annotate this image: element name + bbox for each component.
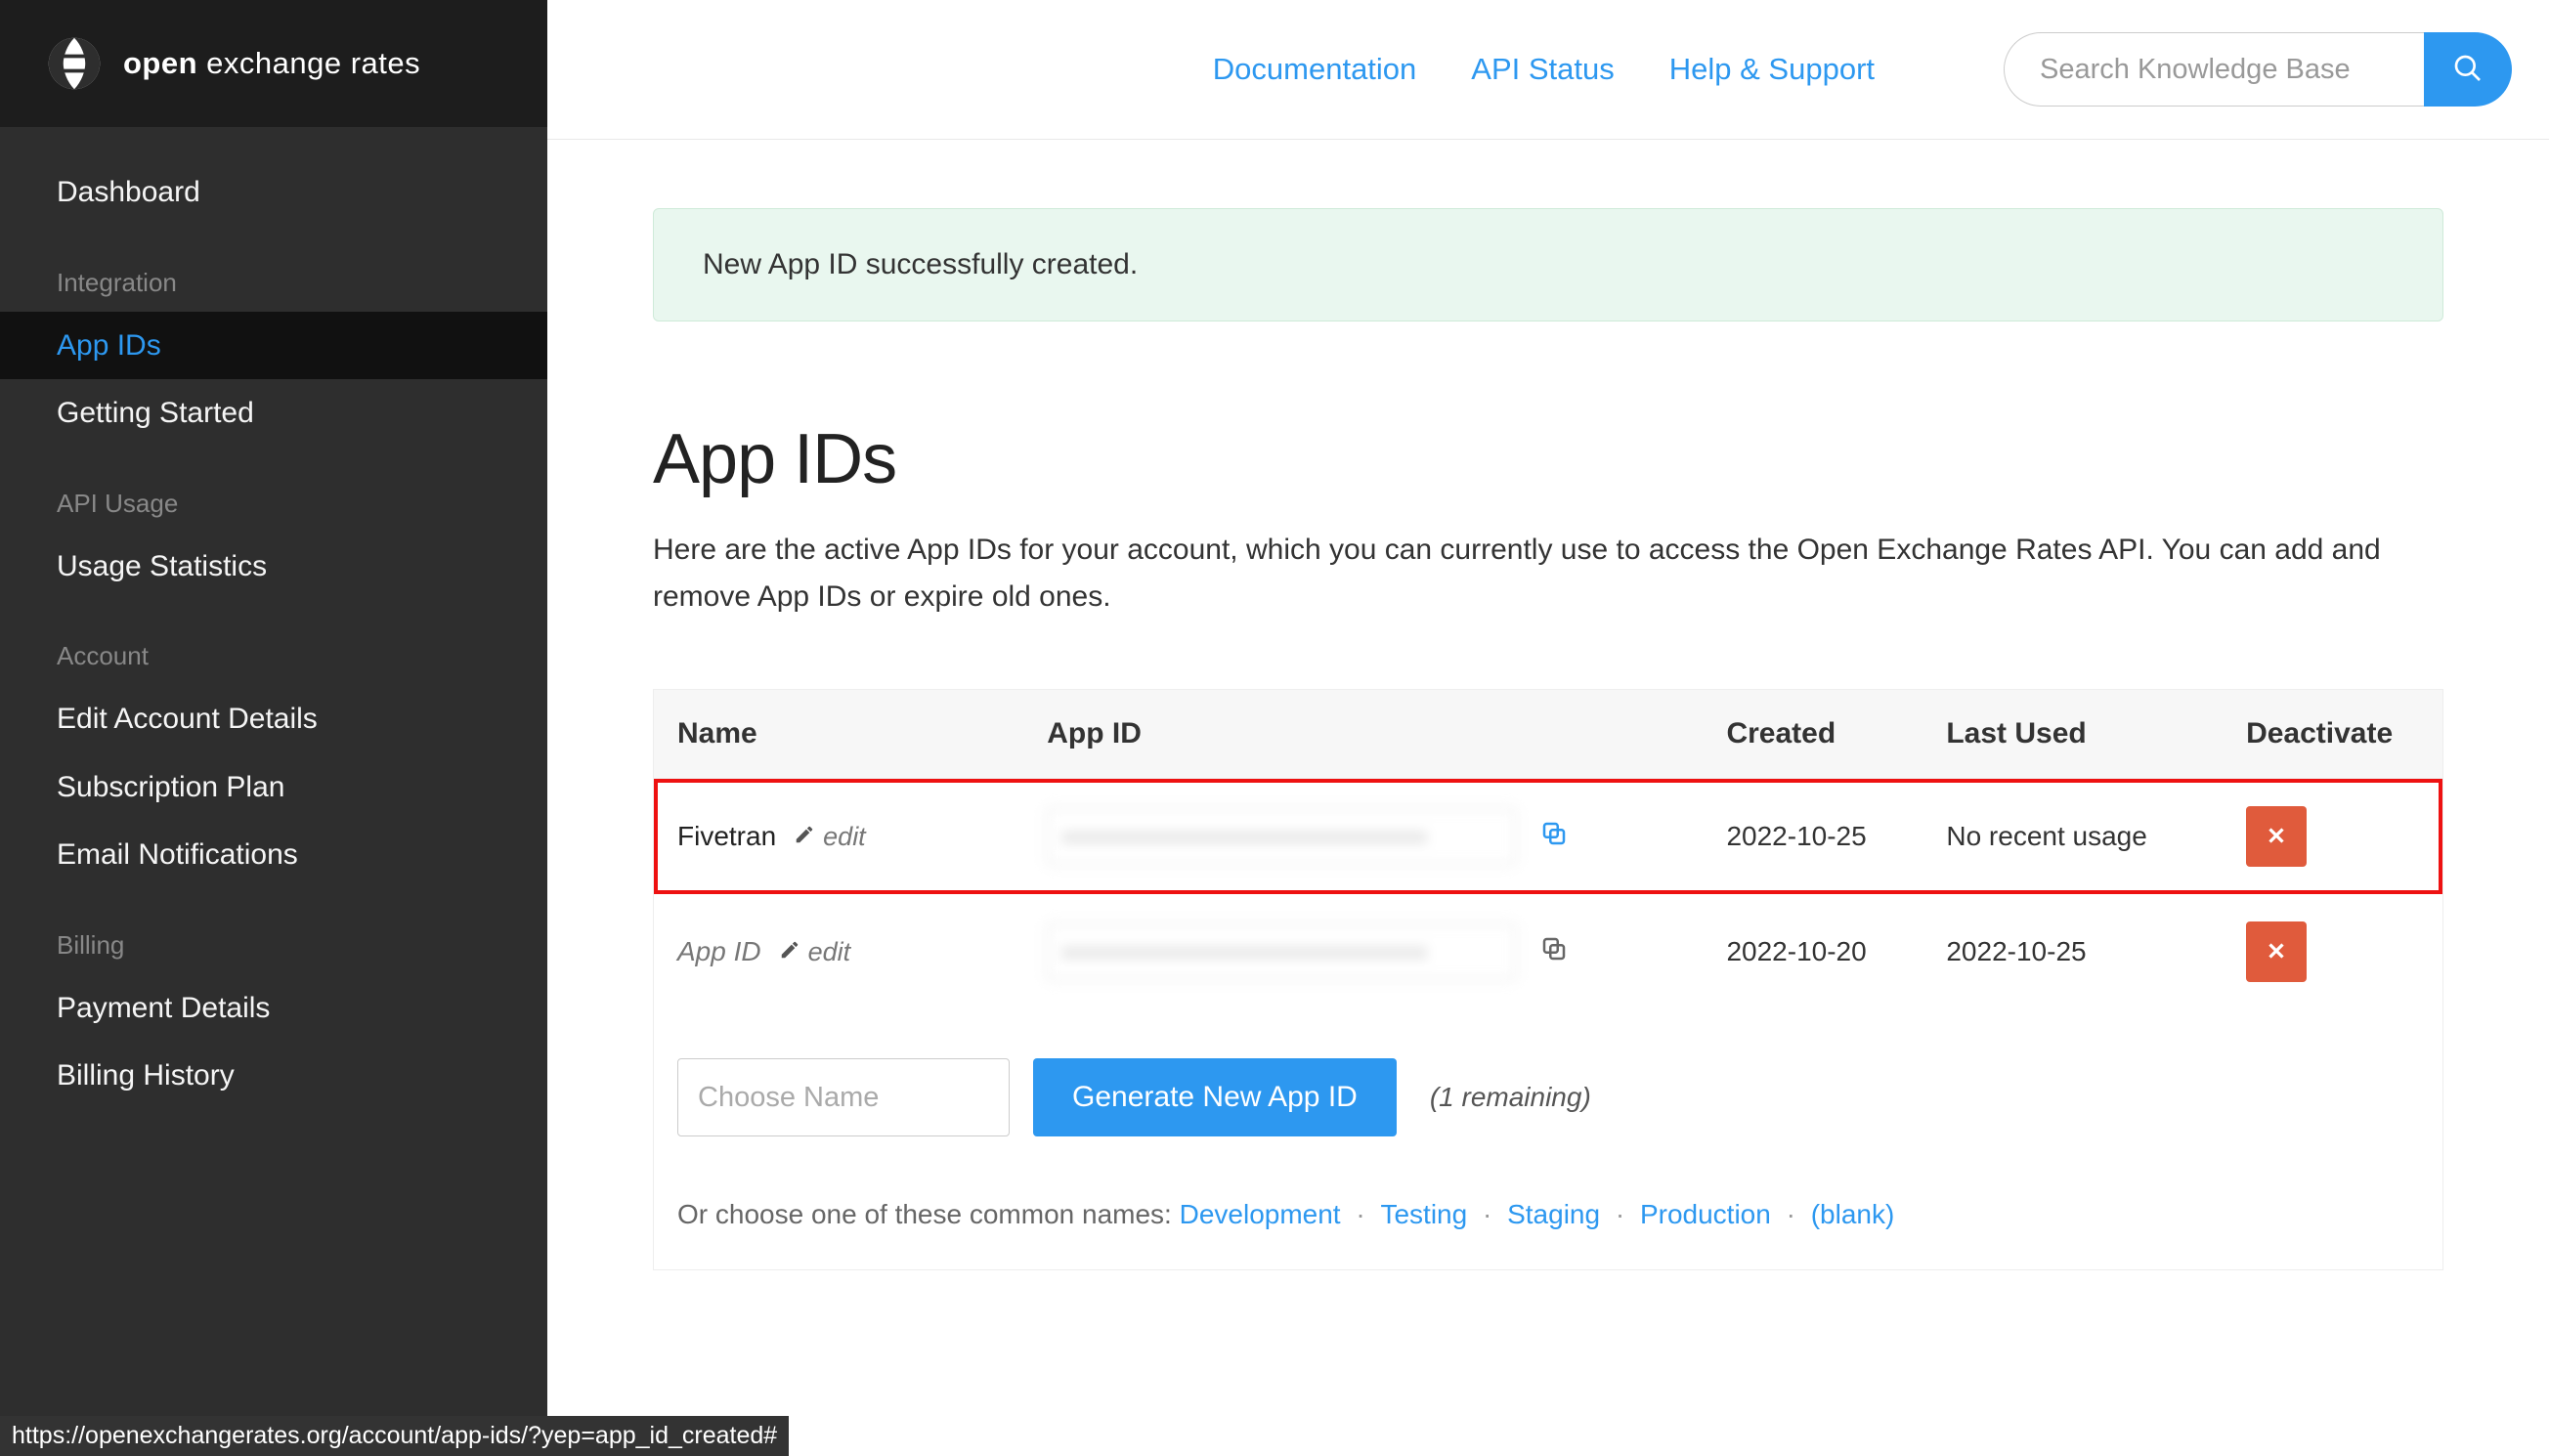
search-icon: [2452, 53, 2484, 87]
topnav-link-api-status[interactable]: API Status: [1471, 52, 1614, 86]
sidebar-heading: API Usage: [0, 448, 547, 533]
separator: ·: [1475, 1199, 1499, 1229]
close-icon: [2264, 823, 2289, 851]
page-description: Here are the active App IDs for your acc…: [653, 527, 2412, 621]
separator: ·: [1349, 1199, 1373, 1229]
sidebar-item-app-ids[interactable]: App IDs: [0, 312, 547, 380]
alert-success: New App ID successfully created.: [653, 208, 2443, 321]
pencil-icon: [779, 937, 800, 967]
row-last-used: 2022-10-25: [1923, 894, 2223, 1009]
th-appid: App ID: [1023, 690, 1703, 779]
row-name: App ID: [677, 936, 761, 967]
common-name-link[interactable]: Staging: [1507, 1199, 1600, 1229]
globe-icon: [45, 34, 104, 93]
copy-icon[interactable]: [1539, 934, 1569, 970]
sidebar-item-billing-history[interactable]: Billing History: [0, 1042, 547, 1110]
topnav-link-help-support[interactable]: Help & Support: [1669, 52, 1875, 86]
edit-name-link[interactable]: edit: [794, 822, 866, 852]
sidebar-nav: Dashboard IntegrationApp IDsGetting Star…: [0, 127, 547, 1110]
main: Documentation API Status Help & Support Ne…: [547, 0, 2549, 1456]
search-button[interactable]: [2424, 32, 2512, 107]
deactivate-button[interactable]: [2246, 806, 2307, 867]
topnav-link-documentation[interactable]: Documentation: [1213, 52, 1417, 86]
separator: ·: [1779, 1199, 1803, 1229]
sidebar-item-email-notifications[interactable]: Email Notifications: [0, 821, 547, 889]
common-name-link[interactable]: Testing: [1380, 1199, 1467, 1229]
generate-appid-button[interactable]: Generate New App ID: [1033, 1058, 1397, 1136]
th-created: Created: [1703, 690, 1923, 779]
sidebar-item-getting-started[interactable]: Getting Started: [0, 379, 547, 448]
th-last: Last Used: [1923, 690, 2223, 779]
sidebar-item-dashboard[interactable]: Dashboard: [0, 158, 547, 227]
sidebar-item-usage-statistics[interactable]: Usage Statistics: [0, 533, 547, 601]
th-deact: Deactivate: [2223, 690, 2442, 779]
edit-name-link[interactable]: edit: [779, 937, 851, 967]
row-name: Fivetran: [677, 821, 776, 852]
remaining-label: (1 remaining): [1430, 1082, 1591, 1113]
sidebar-heading: Billing: [0, 889, 547, 974]
common-name-link[interactable]: Development: [1180, 1199, 1341, 1229]
copy-icon[interactable]: [1539, 819, 1569, 855]
new-appid-name-input[interactable]: [677, 1058, 1010, 1136]
separator: ·: [1608, 1199, 1632, 1229]
sidebar-heading: Integration: [0, 227, 547, 312]
row-created: 2022-10-25: [1703, 779, 1923, 895]
appid-value[interactable]: xxxxxxxxxxxxxxxxxxxxxxxxxxxxxxxxxx: [1047, 923, 1516, 980]
sidebar-item-payment-details[interactable]: Payment Details: [0, 974, 547, 1043]
topbar: Documentation API Status Help & Support: [547, 0, 2549, 140]
row-created: 2022-10-20: [1703, 894, 1923, 1009]
table-row: App ID edit xxxxxxxxxxxxxxxxxxxxxxxxxxxxxx…: [654, 894, 2442, 1009]
app-ids-table: Name App ID Created Last Used Deactivate…: [654, 690, 2442, 1269]
sidebar: open exchange rates Dashboard Integratio…: [0, 0, 547, 1456]
th-name: Name: [654, 690, 1023, 779]
common-name-link[interactable]: (blank): [1811, 1199, 1895, 1229]
brand-text: open exchange rates: [123, 46, 420, 81]
row-last-used: No recent usage: [1923, 779, 2223, 895]
common-name-link[interactable]: Production: [1640, 1199, 1771, 1229]
sidebar-item-subscription-plan[interactable]: Subscription Plan: [0, 753, 547, 822]
sidebar-heading: Account: [0, 600, 547, 685]
pencil-icon: [794, 822, 815, 852]
browser-statusbar: https://openexchangerates.org/account/ap…: [0, 1416, 789, 1456]
common-names-prefix: Or choose one of these common names:: [677, 1199, 1180, 1229]
search-input[interactable]: [2004, 32, 2424, 107]
sidebar-item-edit-account-details[interactable]: Edit Account Details: [0, 685, 547, 753]
page-title: App IDs: [653, 419, 2443, 499]
brand-logo[interactable]: open exchange rates: [0, 0, 547, 127]
search: [2004, 32, 2512, 107]
app-ids-card: Name App ID Created Last Used Deactivate…: [653, 689, 2443, 1270]
content: New App ID successfully created. App IDs…: [547, 140, 2549, 1329]
appid-value[interactable]: xxxxxxxxxxxxxxxxxxxxxxxxxxxxxxxxxx: [1047, 808, 1516, 865]
table-row: Fivetran edit xxxxxxxxxxxxxxxxxxxxxxxxxxxx…: [654, 779, 2442, 895]
close-icon: [2264, 938, 2289, 966]
deactivate-button[interactable]: [2246, 921, 2307, 982]
